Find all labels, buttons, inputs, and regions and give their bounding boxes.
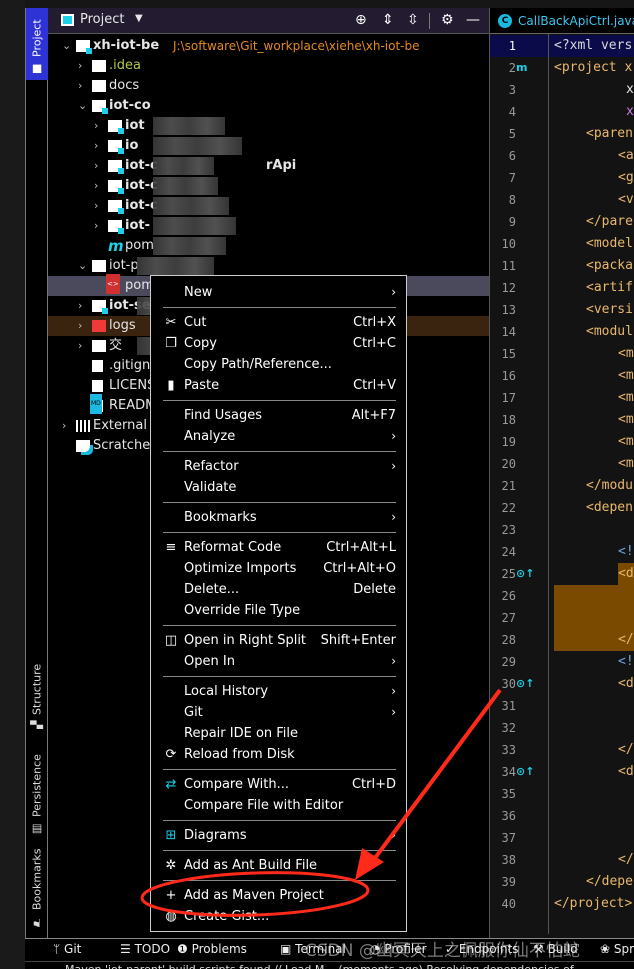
watermark: CSDN @幽冥天上之佩服你仙不怕蛇 [305, 936, 580, 961]
annotation-overlay [0, 0, 634, 969]
spring-icon: ❀ [600, 942, 614, 956]
status-bar: Maven 'iot-parent' build scripts found /… [25, 961, 634, 969]
tool-button-todo[interactable]: ☰ TODO [120, 942, 170, 956]
tool-button-label: Spring [614, 942, 634, 956]
annotation-arrow [372, 690, 500, 862]
tool-button-git[interactable]: ᛘ Git [53, 942, 81, 956]
tool-button-spring[interactable]: ❀ Spring [600, 942, 634, 956]
git-icon: ᛘ [53, 942, 64, 956]
tool-button-label: TODO [135, 942, 170, 956]
tool-button-label: Git [64, 942, 81, 956]
annotation-ellipse [141, 869, 368, 919]
tool-button-problems[interactable]: ❶ Problems [177, 942, 247, 956]
problems-icon: ❶ [177, 942, 192, 956]
terminal-icon: ▣ [280, 942, 295, 956]
tool-button-label: Problems [192, 942, 247, 956]
todo-icon: ☰ [120, 942, 135, 956]
